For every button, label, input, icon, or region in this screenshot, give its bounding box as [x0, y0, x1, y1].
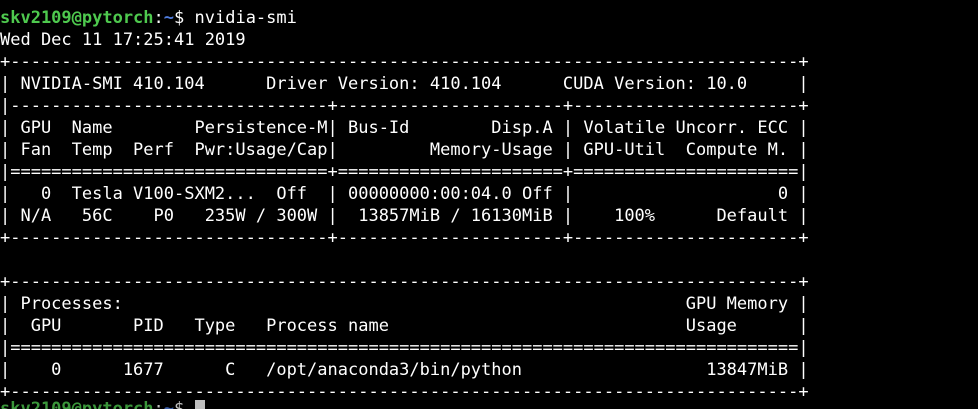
output-process-row: | 0 1677 C /opt/anaconda3/bin/python 138… — [0, 360, 809, 380]
command-prompt-line: skv2109@pytorch:~$ nvidia-smi — [0, 7, 297, 29]
prompt-directory: ~ — [163, 8, 175, 28]
output-header-row-1: | GPU Name Persistence-M| Bus-Id Disp.A … — [0, 118, 809, 138]
output-gpu-row-2: | N/A 56C P0 235W / 300W | 13857MiB / 16… — [0, 206, 809, 226]
prompt-symbol: $ — [174, 8, 185, 28]
output-header-row-2: | Fan Temp Perf Pwr:Usage/Cap| Memory-Us… — [0, 140, 809, 160]
output-timestamp: Wed Dec 11 17:25:41 2019 — [0, 30, 246, 50]
output-processes-double-separator: |=======================================… — [0, 338, 809, 358]
prompt-symbol: $ — [174, 399, 195, 409]
prompt-directory: ~ — [163, 399, 175, 409]
output-version-row: | NVIDIA-SMI 410.104 Driver Version: 410… — [0, 74, 809, 94]
text-cursor[interactable] — [194, 400, 205, 409]
output-gpu-row-1: | 0 Tesla V100-SXM2... Off | 00000000:00… — [0, 184, 809, 204]
prompt-separator: : — [153, 399, 164, 409]
terminal-window[interactable]: skv2109@pytorch:~$ nvidia-smi Wed Dec 11… — [0, 0, 978, 409]
prompt-user-host: skv2109@pytorch — [0, 8, 154, 28]
output-processes-border: +---------------------------------------… — [0, 272, 809, 292]
output-table-separator: |-------------------------------+-------… — [0, 96, 809, 116]
output-processes-header-row: | GPU PID Type Process name Usage | — [0, 316, 809, 336]
output-table-double-separator: |===============================+=======… — [0, 162, 809, 182]
prompt-command: nvidia-smi — [184, 8, 297, 28]
output-table-border: +-------------------------------+-------… — [0, 228, 809, 248]
final-prompt-line: skv2109@pytorch:~$ — [0, 398, 205, 409]
prompt-separator: : — [153, 8, 164, 28]
output-processes-title-row: | Processes: GPU Memory | — [0, 294, 809, 314]
prompt-user-host: skv2109@pytorch — [0, 399, 154, 409]
output-table-border: +---------------------------------------… — [0, 52, 809, 72]
